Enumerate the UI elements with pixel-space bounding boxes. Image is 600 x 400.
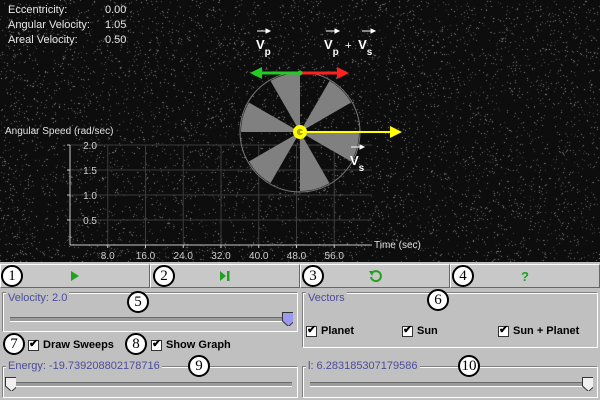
app-root: Eccentricity: 0.00 Angular Velocity: 1.0… [0,0,600,400]
sun-checkbox[interactable]: ✔ Sun [402,323,438,337]
step-forward-icon [220,271,230,281]
velocity-label: Velocity: 2.0 [6,292,70,304]
marker-7: 7 [3,333,25,355]
draw-sweeps-checkbox[interactable]: ✔ Draw Sweeps [28,337,114,351]
sun-plus-planet-checkbox[interactable]: ✔ Sun + Planet [498,323,580,337]
check-icon: ✔ [29,337,39,350]
checkbox-box[interactable]: ✔ [306,323,317,337]
show-graph-checkbox[interactable]: ✔ Show Graph [151,337,231,351]
check-icon: ✔ [403,323,413,336]
vp-arrowhead [250,67,262,79]
control-panel: ? Velocity: 2.0 Vectors ✔ Planet ✔ Sun ✔… [0,262,600,400]
vp-label: Vp [256,37,271,58]
energy-slider-thumb[interactable] [5,377,16,391]
marker-8: 8 [125,333,147,355]
l-slider-track[interactable] [310,382,592,387]
l-label: l: 6.283185307179586 [306,360,420,372]
check-icon: ✔ [307,323,317,336]
checkbox-box[interactable]: ✔ [402,323,413,337]
sum-arrowhead [337,67,349,79]
help-icon: ? [521,268,529,284]
orbit-view [239,28,402,193]
play-icon [71,271,79,281]
vp-plus-vs-label: Vp + Vs [324,37,373,58]
planet-checkbox[interactable]: ✔ Planet [306,323,355,337]
checkbox-box[interactable]: ✔ [498,323,509,337]
sun-plus-planet-checkbox-label: Sun + Planet [513,325,580,337]
energy-label: Energy: -19.739208802178716 [6,360,162,372]
marker-6: 6 [427,289,449,311]
marker-1: 1 [1,265,23,287]
simulation-canvas: Eccentricity: 0.00 Angular Velocity: 1.0… [0,0,600,262]
l-slider-thumb[interactable] [582,377,593,391]
sweep-sector [248,132,300,184]
checkbox-box[interactable]: ✔ [28,337,39,351]
marker-10: 10 [458,355,480,377]
marker-9: 9 [188,355,210,377]
marker-2: 2 [153,265,175,287]
marker-5: 5 [127,291,149,313]
velocity-slider-thumb[interactable] [282,312,293,326]
check-icon: ✔ [499,323,509,336]
check-icon: ✔ [152,337,162,350]
sweep-sector [300,80,352,132]
draw-sweeps-label: Draw Sweeps [43,339,114,351]
vectors-title: Vectors [306,292,347,304]
vs-arrowhead [390,126,402,138]
energy-slider-track[interactable] [10,382,292,387]
show-graph-label: Show Graph [166,339,231,351]
velocity-slider-track[interactable] [10,317,292,322]
vs-label: Vs [350,153,365,174]
marker-3: 3 [302,265,324,287]
planet-body [297,70,303,76]
marker-4: 4 [452,265,474,287]
planet-checkbox-label: Planet [321,325,355,337]
sun-checkbox-label: Sun [417,325,438,337]
checkbox-box[interactable]: ✔ [151,337,162,351]
reset-icon [369,270,382,283]
